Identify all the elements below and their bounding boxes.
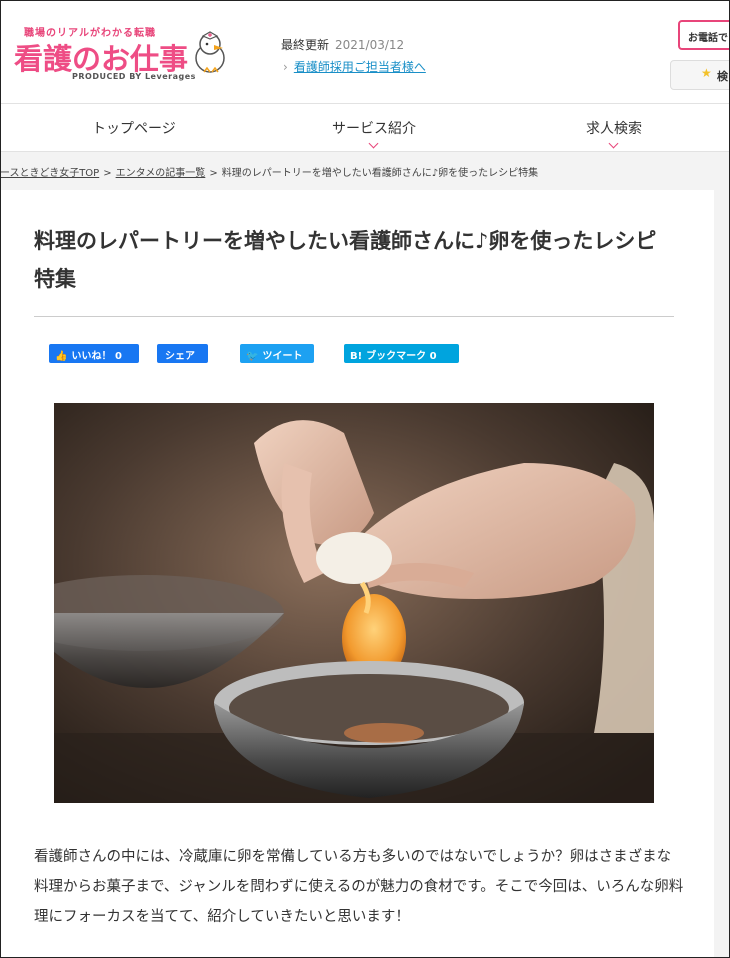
star-icon: ★	[701, 66, 712, 80]
bookmark-label: ブックマーク	[366, 351, 427, 362]
last-updated-label: 最終更新	[281, 38, 330, 52]
site-header: 職場のリアルがわかる転職 看護のお仕事 PRODUCED BY Leverage…	[0, 0, 730, 104]
bird-mascot-icon	[195, 31, 225, 73]
chevron-down-icon	[368, 138, 379, 149]
hatena-bookmark-icon: B!	[350, 351, 363, 362]
share-label: シェア	[165, 351, 195, 362]
nav-item-label: サービス紹介	[332, 121, 416, 137]
nav-item-label: 求人検索	[586, 121, 642, 137]
phone-consult-label: お電話で	[688, 33, 728, 44]
tweet-label: ツイート	[262, 351, 303, 362]
recruiter-link-label: 看護師採用ご担当者様へ	[293, 60, 426, 74]
thumbs-up-icon: 👍	[55, 351, 68, 362]
breadcrumb: ースときどき女子TOP > エンタメの記事一覧 > 料理のレパートリーを増やしたい看護師…	[0, 164, 538, 179]
breadcrumb-separator: >	[209, 168, 218, 179]
title-divider	[34, 316, 674, 317]
breadcrumb-link-entertainment[interactable]: エンタメの記事一覧	[116, 168, 206, 179]
article-card: 料理のレパートリーを増やしたい看護師さんに♪卵を使ったレシピ特集 👍 いいね！ 0…	[0, 190, 714, 958]
twitter-bird-icon: 🐦	[246, 351, 259, 362]
recruiter-link[interactable]: › 看護師採用ご担当者様へ	[283, 58, 426, 75]
hatena-bookmark-button[interactable]: B! ブックマーク 0	[344, 344, 459, 363]
nav-item-job-search[interactable]: 求人検索	[586, 118, 642, 149]
bookmark-count: 0	[429, 351, 437, 362]
last-updated: 最終更新 2021/03/12	[281, 36, 404, 53]
logo-producer: PRODUCED BY Leverages	[72, 72, 196, 81]
article-title: 料理のレパートリーを増やしたい看護師さんに♪卵を使ったレシピ特集	[34, 229, 657, 291]
like-count: 0	[114, 351, 122, 362]
nav-item-top[interactable]: トップページ	[92, 118, 176, 138]
breadcrumb-current: 料理のレパートリーを増やしたい看護師さんに♪卵を使ったレシピ特集	[221, 168, 539, 179]
nav-item-label: トップページ	[92, 121, 176, 137]
global-nav: トップページ サービス紹介 求人検索	[0, 104, 730, 152]
article-hero-image	[54, 403, 654, 803]
chevron-right-icon: ›	[283, 60, 288, 74]
tweet-button[interactable]: 🐦 ツイート	[240, 344, 314, 363]
breadcrumb-separator: >	[103, 168, 112, 179]
facebook-share-button[interactable]: シェア	[157, 344, 208, 363]
chevron-down-icon	[608, 138, 619, 149]
phone-consult-button[interactable]: お電話で	[678, 20, 730, 50]
job-search-label: 検	[717, 70, 728, 83]
breadcrumb-link-section-top[interactable]: ースときどき女子TOP	[0, 168, 99, 179]
like-label: いいね！	[71, 351, 112, 362]
article-intro: 看護師さんの中には、冷蔵庫に卵を常備している方も多いのではないでしょうか？卵はさ…	[34, 849, 684, 925]
job-search-button[interactable]: ★ 検	[670, 60, 730, 90]
facebook-like-button[interactable]: 👍 いいね！ 0	[49, 344, 139, 363]
last-updated-date: 2021/03/12	[335, 38, 405, 52]
site-logo[interactable]: 職場のリアルがわかる転職 看護のお仕事 PRODUCED BY Leverage…	[14, 22, 229, 84]
nav-item-services[interactable]: サービス紹介	[332, 118, 416, 149]
